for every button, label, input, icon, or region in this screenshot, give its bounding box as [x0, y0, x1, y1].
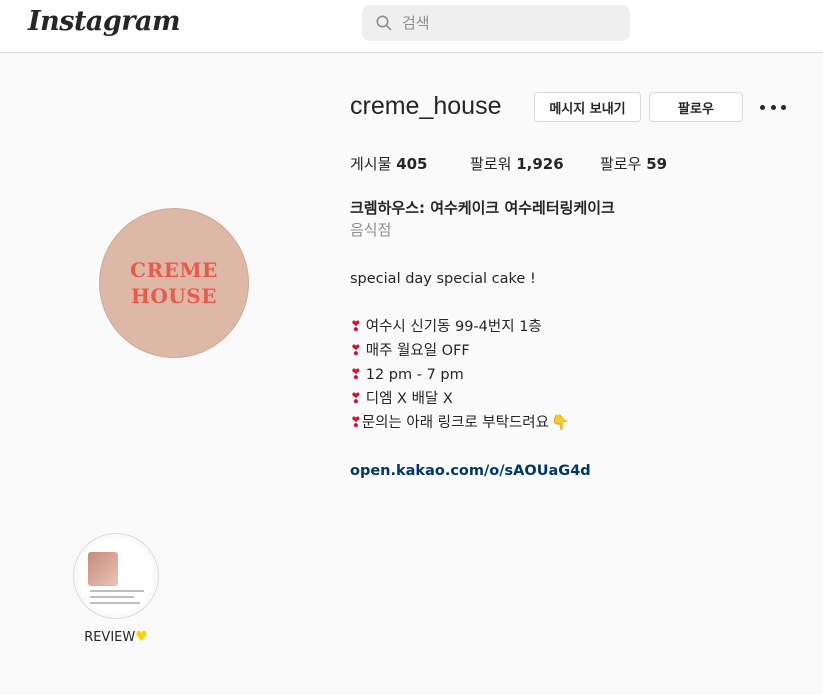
- highlight-cover-image: [78, 538, 154, 614]
- bio-closed-day: ❣ 매주 월요일 OFF: [350, 339, 790, 363]
- story-highlight-review[interactable]: REVIEW♥: [73, 533, 159, 645]
- search-input[interactable]: [402, 14, 602, 32]
- bio-tagline: special day special cake !: [350, 271, 536, 287]
- posts-count: 405: [396, 155, 428, 173]
- posts-stat: 게시물 405: [350, 153, 470, 174]
- profile-stats: 게시물 405 팔로워 1,926 팔로우 59: [350, 153, 667, 174]
- avatar-text-line-2: HOUSE: [131, 284, 217, 308]
- heart-exclamation-icon: ❣: [350, 319, 362, 335]
- follow-button[interactable]: 팔로우: [649, 92, 743, 122]
- avatar-text-line-1: CREME: [130, 258, 218, 282]
- followers-count: 1,926: [516, 155, 564, 173]
- dot-icon: [770, 104, 776, 110]
- message-button[interactable]: 메시지 보내기: [534, 92, 641, 122]
- bio-no-dm-delivery-text: 디엠 X 배달 X: [365, 391, 453, 407]
- search-icon: [376, 15, 392, 31]
- followers-label: 팔로워: [470, 155, 512, 173]
- profile-full-name: 크렘하우스: 여수케이크 여수레터링케이크: [350, 199, 615, 217]
- highlight-thumbnail: [88, 552, 118, 586]
- followers-stat[interactable]: 팔로워 1,926: [470, 153, 600, 174]
- bio-inquiry-text: 문의는 아래 링크로 부탁드려요: [361, 415, 549, 431]
- profile-avatar[interactable]: CREME HOUSE: [99, 208, 249, 358]
- following-stat[interactable]: 팔로우 59: [600, 153, 667, 174]
- heart-exclamation-icon: ❣: [350, 343, 362, 359]
- bio-closed-day-text: 매주 월요일 OFF: [365, 343, 470, 359]
- top-nav-bar: Instagram: [0, 0, 823, 53]
- heart-exclamation-icon: ❣: [350, 367, 362, 383]
- bio-inquiry: ❣문의는 아래 링크로 부탁드려요 👇: [350, 411, 790, 435]
- highlight-label: REVIEW♥: [84, 629, 148, 645]
- following-label: 팔로우: [600, 155, 642, 173]
- highlight-ring: [73, 533, 159, 619]
- bio-hours: ❣ 12 pm - 7 pm: [350, 363, 790, 387]
- heart-exclamation-icon: ❣: [350, 391, 362, 407]
- profile-username: creme_house: [350, 92, 502, 120]
- bio-hours-text: 12 pm - 7 pm: [365, 367, 464, 383]
- following-count: 59: [646, 155, 668, 173]
- more-options-icon[interactable]: [760, 96, 786, 118]
- yellow-heart-icon: ♥: [135, 629, 148, 645]
- dot-icon: [760, 104, 765, 110]
- profile-category: 음식점: [350, 221, 392, 239]
- bio-address-text: 여수시 신기동 99-4번지 1층: [365, 319, 542, 335]
- dot-icon: [781, 104, 786, 110]
- posts-label: 게시물: [350, 155, 392, 173]
- bio-link[interactable]: open.kakao.com/o/sAOUaG4d: [350, 459, 790, 483]
- search-box[interactable]: [362, 5, 630, 41]
- pointing-down-icon: 👇: [550, 415, 570, 431]
- bio-no-dm-delivery: ❣ 디엠 X 배달 X: [350, 387, 790, 411]
- heart-exclamation-icon: ❣: [350, 415, 362, 431]
- profile-bio: 크렘하우스: 여수케이크 여수레터링케이크 음식점 special day sp…: [350, 197, 790, 483]
- instagram-logo[interactable]: Instagram: [28, 6, 181, 37]
- bio-address: ❣ 여수시 신기동 99-4번지 1층: [350, 315, 790, 339]
